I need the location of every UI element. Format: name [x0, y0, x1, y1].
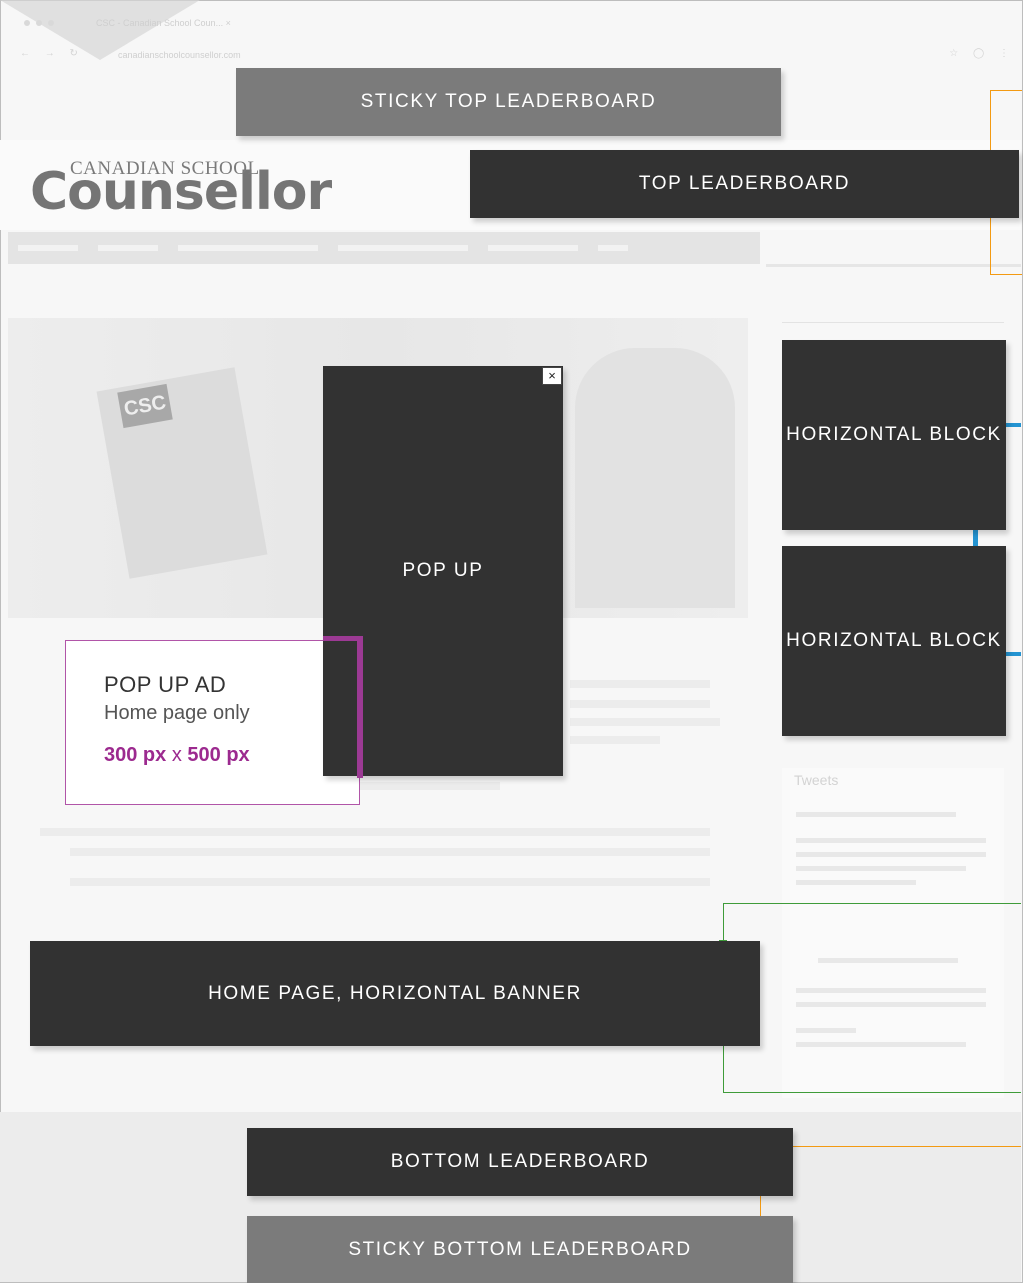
site-logo-tagline: CANADIAN SCHOOL: [70, 158, 260, 179]
article-text: [570, 736, 660, 744]
nav-arrows-icon[interactable]: ← → ↻: [20, 48, 84, 59]
popup-close-icon[interactable]: ×: [542, 367, 562, 385]
horizontal-block-ad-1[interactable]: HORIZONTAL BLOCK: [782, 340, 1006, 530]
hero-person: [575, 348, 735, 608]
article-text: [570, 700, 710, 708]
tweets-title: Tweets: [794, 772, 839, 788]
callout-title: POP UP AD: [104, 672, 227, 697]
callout-times: x: [171, 744, 182, 766]
tweet-line: [796, 838, 986, 843]
article-text: [70, 848, 710, 856]
top-leaderboard-ad[interactable]: TOP LEADERBOARD: [470, 150, 1019, 218]
article-text: [570, 718, 720, 726]
tweet-line: [796, 812, 956, 817]
popup-marker-v: [357, 636, 363, 778]
menu-divider: [766, 264, 1021, 267]
home-page-horizontal-banner-ad[interactable]: HOME PAGE, HORIZONTAL BANNER: [30, 941, 760, 1046]
sticky-bottom-leaderboard-ad[interactable]: STICKY BOTTOM LEADERBOARD: [247, 1216, 793, 1283]
callout-width: 300 px: [104, 744, 167, 766]
tweet-line: [796, 852, 986, 857]
window-maximize-dot[interactable]: [48, 20, 54, 26]
toolbar-icons[interactable]: ☆ ◯ ⋮: [949, 48, 1015, 59]
address-bar[interactable]: canadianschoolcounsellor.com: [118, 50, 241, 60]
callout-subtitle: Home page only: [104, 702, 250, 724]
home-banner-bracket: [723, 903, 1021, 1093]
bottom-leaderboard-line: [758, 1146, 1021, 1147]
window-close-dot[interactable]: [24, 20, 30, 26]
article-text: [70, 878, 710, 886]
sticky-top-leaderboard-ad[interactable]: STICKY TOP LEADERBOARD: [236, 68, 781, 136]
main-nav[interactable]: [8, 232, 760, 264]
tweet-line: [796, 866, 966, 871]
tweet-line: [796, 880, 916, 885]
article-text: [40, 828, 710, 836]
window-minimize-dot[interactable]: [36, 20, 42, 26]
callout-height: 500 px: [187, 744, 250, 766]
callout-size: 300 px x 500 px: [104, 744, 250, 767]
search-input[interactable]: [782, 302, 1004, 323]
browser-tab[interactable]: CSC - Canadian School Coun... ×: [96, 12, 296, 34]
horizontal-block-ad-2[interactable]: HORIZONTAL BLOCK: [782, 546, 1006, 736]
bottom-leaderboard-ad[interactable]: BOTTOM LEADERBOARD: [247, 1128, 793, 1196]
article-text: [570, 680, 710, 688]
